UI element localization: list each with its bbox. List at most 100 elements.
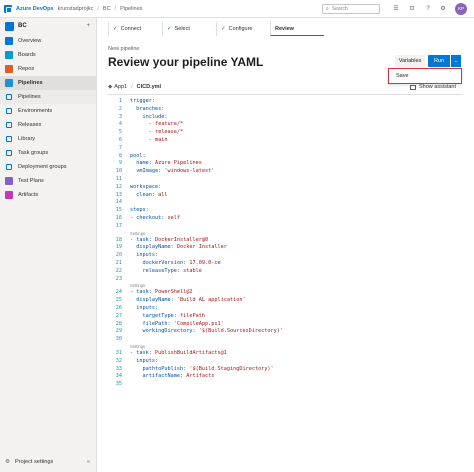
sidebar-item-pipelines[interactable]: Pipelines — [0, 76, 96, 90]
line-number: 19 — [115, 244, 122, 251]
artifacts-icon — [5, 191, 13, 199]
avatar[interactable]: KP — [455, 3, 467, 15]
sidebar-item-label: Pipelines — [18, 80, 43, 86]
azure-devops-logo-icon[interactable] — [4, 4, 12, 13]
sidebar-subitem-label: Pipelines — [18, 94, 41, 100]
repo-icon: ◆ — [108, 84, 113, 90]
gear-icon: ⚙ — [5, 459, 11, 465]
code-line: 27 targetType: filePath — [108, 313, 463, 320]
code-text: name: Azure Pipelines — [136, 160, 202, 167]
user-settings-icon[interactable]: ⚙ — [439, 5, 447, 13]
project-header[interactable]: BC + — [0, 18, 96, 34]
code-line: 35 — [108, 381, 463, 388]
sidebar-subitem-environments[interactable]: Environments — [0, 104, 96, 118]
sidebar-item-boards[interactable]: Boards — [0, 48, 96, 62]
code-text: displayName: Docker Installer — [136, 244, 227, 251]
repo-name[interactable]: App1 — [114, 84, 127, 90]
line-number: 27 — [115, 312, 122, 319]
sidebar-subitem-task-groups[interactable]: Task groups — [0, 146, 96, 160]
collapse-chevron-icon[interactable]: « — [87, 459, 90, 465]
list-icon[interactable]: ☰ — [392, 5, 400, 13]
code-text: clean: all — [136, 191, 168, 198]
sidebar-subitem-library[interactable]: Library — [0, 132, 96, 146]
code-line: 9 name: Azure Pipelines — [108, 160, 463, 167]
run-button[interactable]: Run — [428, 55, 450, 67]
brand-link[interactable]: Azure DevOps — [16, 6, 54, 12]
line-number: 12 — [115, 183, 122, 190]
code-text: filePath: 'CompileApp.ps1' — [142, 320, 224, 327]
yaml-editor[interactable]: 1 trigger: 2 branches: 3 include: 4 - featur… — [108, 98, 463, 458]
sidebar-subitem-label: Deployment groups — [18, 164, 67, 170]
code-line: 4 - feature/* — [108, 121, 463, 128]
line-number: 25 — [115, 297, 122, 304]
code-line: 22 releaseType: stable — [108, 268, 463, 275]
code-line: 24 - task: PowerShell@2 — [108, 289, 463, 296]
help-icon[interactable]: ? — [424, 5, 432, 13]
tab-connect[interactable]: ✓ Connect — [108, 22, 162, 36]
line-number: 14 — [115, 199, 122, 206]
search-box[interactable]: ⌕ Search — [322, 4, 380, 14]
checkmark-icon: ✓ — [113, 26, 118, 32]
show-assistant-button[interactable]: Show assistant — [410, 84, 456, 90]
code-line: 11 — [108, 176, 463, 183]
project-settings-link[interactable]: ⚙ Project settings « — [0, 456, 96, 468]
test-plans-icon — [5, 177, 13, 185]
sidebar-item-artifacts[interactable]: Artifacts — [0, 188, 96, 202]
add-icon[interactable]: + — [86, 23, 90, 29]
library-icon — [6, 136, 12, 142]
sidebar-item-test-plans[interactable]: Test Plans — [0, 174, 96, 188]
code-line: 3 include: — [108, 114, 463, 121]
sidebar-item-label: Test Plans — [18, 178, 44, 184]
code-line: 29 workingDirectory: '$(Build.SourcesDir… — [108, 328, 463, 335]
code-text: dockerVersion: 17.09.0-ce — [142, 260, 221, 266]
run-dropdown-chevron-icon[interactable]: ⌄ — [450, 55, 461, 67]
line-number: 34 — [115, 373, 122, 380]
breadcrumb-org[interactable]: krunstadprojkc — [58, 6, 94, 12]
file-path: ◆ App1 / CICD.yml — [108, 84, 161, 90]
page-eyebrow: New pipeline — [108, 46, 140, 52]
line-number: 2 — [118, 105, 122, 112]
line-number: 35 — [115, 381, 122, 388]
project-settings-label: Project settings — [15, 459, 54, 465]
code-line: 17 — [108, 223, 463, 230]
code-text: - task: PowerShell@2 — [130, 289, 193, 296]
tab-review[interactable]: Review — [270, 22, 324, 36]
sidebar-item-label: Overview — [18, 38, 42, 44]
wizard-steps: ✓ Connect ✓ Select ✓ Configure Review — [108, 22, 324, 36]
pipelines-icon — [5, 79, 13, 87]
variables-button[interactable]: Variables — [395, 55, 425, 67]
boards-icon — [5, 51, 13, 59]
line-number: 28 — [115, 320, 122, 327]
code-text: workspace: — [130, 183, 162, 190]
code-line: 13 clean: all — [108, 192, 463, 199]
tab-configure[interactable]: ✓ Configure — [216, 22, 270, 36]
assistant-panel-icon — [410, 84, 416, 90]
save-menu-item[interactable]: Save — [396, 73, 409, 79]
code-line: 2 branches: — [108, 106, 463, 113]
line-number: 7 — [118, 144, 122, 151]
breadcrumb-project[interactable]: BC — [103, 6, 111, 12]
code-line: 28 filePath: 'CompileApp.ps1' — [108, 321, 463, 328]
code-line: 23 — [108, 276, 463, 283]
code-line: 25 displayName: 'Build AL application' — [108, 297, 463, 304]
sidebar-item-repos[interactable]: Repos — [0, 62, 96, 76]
sidebar-subitem-deployment-groups[interactable]: Deployment groups — [0, 160, 96, 174]
code-line: 1 trigger: — [108, 98, 463, 105]
breadcrumb-separator: / — [114, 5, 117, 12]
code-line: 14 — [108, 199, 463, 206]
sidebar-subitem-releases[interactable]: Releases — [0, 118, 96, 132]
code-text: releaseType: stable — [142, 267, 202, 274]
overview-icon — [5, 37, 13, 45]
tab-select[interactable]: ✓ Select — [162, 22, 216, 36]
breadcrumb-separator: / — [97, 5, 99, 12]
sidebar-item-overview[interactable]: Overview — [0, 34, 96, 48]
code-line: 20 inputs: — [108, 252, 463, 259]
sidebar-subitem-pipelines[interactable]: Pipelines — [0, 90, 96, 104]
breadcrumb-section[interactable]: Pipelines — [120, 6, 142, 12]
code-line: 5 - release/* — [108, 129, 463, 136]
yaml-filename[interactable]: CICD.yml — [137, 84, 161, 90]
code-line: 16 - checkout: self — [108, 215, 463, 222]
deployment-groups-icon — [6, 164, 12, 170]
code-text: trigger: — [130, 98, 155, 104]
shopping-bag-icon[interactable]: ⊡ — [408, 5, 416, 13]
